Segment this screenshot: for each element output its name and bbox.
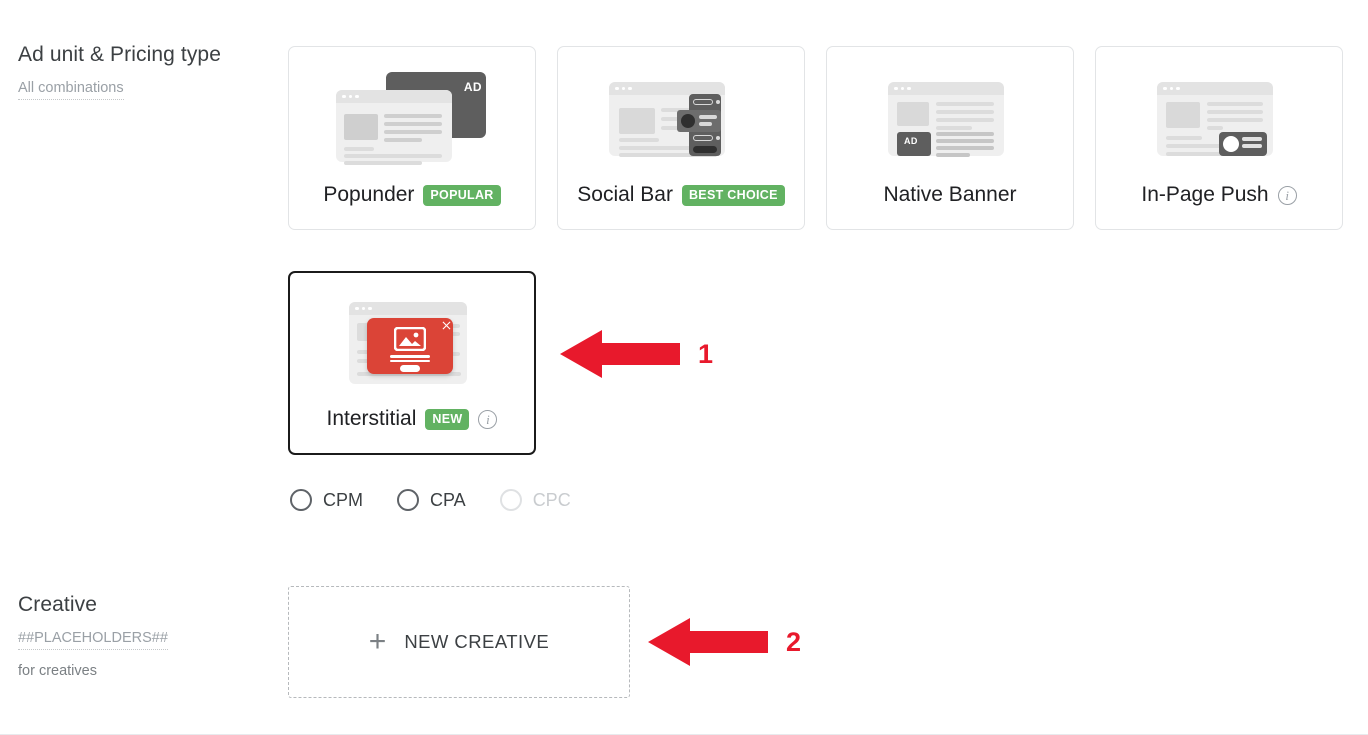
card-footer: Native Banner [883, 183, 1016, 207]
pricing-type-cpc: CPC [499, 489, 571, 511]
pricing-type-label: CPM [323, 489, 363, 510]
ad-unit-name: Interstitial [326, 407, 417, 430]
popunder-illustration: AD [332, 68, 492, 168]
ad-unit-card-native-banner[interactable]: AD Native Banner [826, 46, 1074, 230]
ad-unit-cards-row-1: AD Popunder POPULAR Social Bar BEST CHOI… [288, 46, 1343, 230]
creative-section-label: Creative ##PLACEHOLDERS## for creatives [18, 592, 278, 680]
info-circle-icon[interactable]: i [478, 409, 498, 429]
pricing-type-label: CPA [430, 489, 466, 510]
annotation-number: 2 [786, 626, 802, 657]
pricing-type-label: CPC [532, 489, 571, 510]
annotation-arrow-1: 1 [560, 328, 713, 380]
all-combinations-link[interactable]: All combinations [18, 79, 124, 100]
creative-title: Creative [18, 593, 97, 616]
ad-label-text: AD [904, 136, 918, 146]
image-placeholder-icon [394, 327, 426, 351]
status-badge: BEST CHOICE [681, 184, 785, 206]
ad-unit-card-interstitial[interactable]: Interstitial NEW i [288, 271, 536, 455]
status-badge: NEW [425, 408, 470, 430]
ad-unit-name: In-Page Push [1141, 183, 1269, 206]
annotation-arrow-2: 2 [648, 616, 801, 668]
plus-icon: + [368, 625, 387, 658]
left-arrow-icon [648, 618, 768, 666]
new-creative-button[interactable]: + NEW CREATIVE [288, 586, 630, 698]
ad-unit-card-in-page-push[interactable]: In-Page Push i [1095, 46, 1343, 230]
placeholders-link[interactable]: ##PLACEHOLDERS## [18, 629, 168, 650]
card-footer: In-Page Push i [1141, 183, 1297, 207]
page-title: Ad unit & Pricing type [18, 43, 221, 66]
radio-circle-icon[interactable] [397, 489, 419, 511]
placeholders-caption: for creatives [18, 663, 97, 679]
card-footer: Popunder POPULAR [323, 183, 501, 207]
pricing-type-cpm[interactable]: CPM [290, 489, 363, 511]
pricing-type-radio-group: CPM CPA CPC [290, 489, 605, 511]
ad-unit-section-label: Ad unit & Pricing type All combinations [18, 42, 278, 100]
status-badge: POPULAR [423, 184, 501, 206]
ad-unit-pricing-page: Ad unit & Pricing type All combinations … [0, 0, 1368, 735]
radio-circle-icon[interactable] [290, 489, 312, 511]
ad-unit-card-popunder[interactable]: AD Popunder POPULAR [288, 46, 536, 230]
info-circle-icon[interactable]: i [1277, 185, 1297, 205]
ad-unit-name: Native Banner [883, 183, 1017, 206]
in-page-push-illustration [1139, 68, 1299, 168]
social-bar-illustration [601, 68, 761, 168]
left-arrow-icon [560, 330, 680, 378]
close-icon[interactable] [442, 321, 451, 330]
new-creative-label: NEW CREATIVE [404, 631, 550, 652]
ad-label-text: AD [463, 80, 482, 94]
ad-unit-name: Social Bar [577, 183, 673, 206]
ad-unit-cards-row-2: Interstitial NEW i [288, 271, 536, 455]
annotation-number: 1 [698, 338, 714, 369]
radio-circle-icon [499, 489, 522, 511]
card-footer: Social Bar BEST CHOICE [577, 183, 785, 207]
ad-unit-name: Popunder [323, 183, 415, 206]
card-footer: Interstitial NEW i [327, 407, 498, 431]
interstitial-illustration [332, 294, 492, 394]
ad-unit-card-social-bar[interactable]: Social Bar BEST CHOICE [557, 46, 805, 230]
pricing-type-cpa[interactable]: CPA [397, 489, 466, 511]
native-banner-illustration: AD [870, 68, 1030, 168]
